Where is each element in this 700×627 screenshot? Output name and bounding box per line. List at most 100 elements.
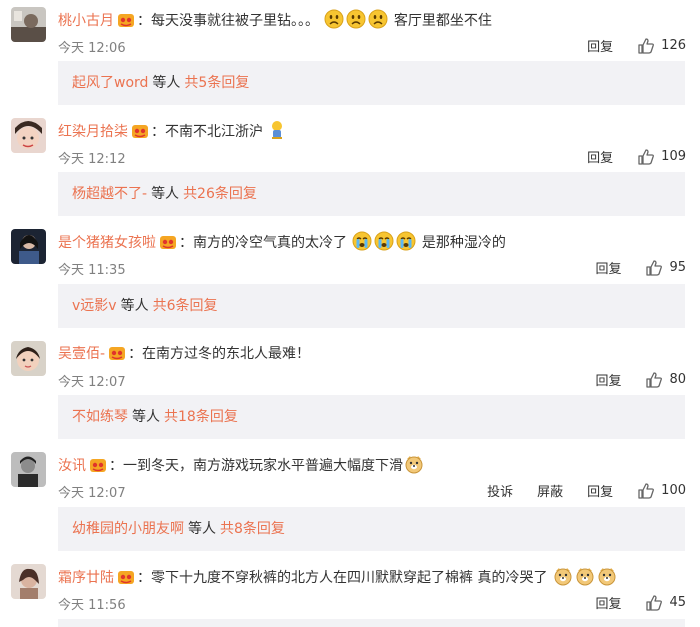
like-count: 126 (661, 38, 686, 53)
avatar[interactable] (11, 7, 46, 42)
doge-emoji-icon (575, 566, 595, 593)
reply-thread-user[interactable]: 杨超越不了- (72, 186, 147, 202)
thumbs-up-icon (638, 482, 655, 499)
reply-thread[interactable]: 起风了word 等人 共5条回复 (58, 61, 685, 105)
crying-emoji-icon (396, 231, 416, 258)
avatar[interactable] (11, 452, 46, 487)
comment-line: 吴壹佰- ：在南方过冬的东北人最难！ (58, 343, 310, 368)
reply-thread-count[interactable]: 共18条回复 (164, 409, 238, 425)
reply-button[interactable]: 回复 (595, 258, 621, 277)
comment-time: 今天 12:12 (58, 152, 126, 167)
reply-thread[interactable]: 幼稚园的小朋友啊 等人 共8条回复 (58, 507, 685, 551)
comment-time: 今天 11:35 (58, 263, 126, 278)
comment-username[interactable]: 吴壹佰- (58, 346, 105, 362)
comment-time: 今天 12:06 (58, 41, 126, 56)
avatar[interactable] (11, 341, 46, 376)
crying-emoji-icon (352, 231, 372, 258)
comment-username[interactable]: 红染月拾柒 (58, 124, 128, 140)
like-button[interactable]: 100 (637, 482, 686, 500)
comment-line: 汝讯 ：一到冬天，南方游戏玩家水平普遍大幅度下滑 (58, 454, 425, 481)
figure-emoji-icon (269, 120, 285, 147)
report-button[interactable]: 投诉 (487, 481, 513, 500)
like-button[interactable]: 95 (645, 259, 686, 277)
like-button[interactable]: 45 (645, 594, 686, 612)
like-count: 80 (669, 372, 686, 387)
frown-emoji-icon (324, 9, 344, 36)
frown-emoji-icon (346, 9, 366, 36)
reply-thread-middle: 等人 (188, 521, 216, 537)
vip-badge-icon (108, 345, 126, 368)
comment-line: 霜序廿陆 ：零下十九度不穿秋裤的北方人在四川默默穿起了棉裤 真的冷哭了 (58, 566, 618, 593)
doge-emoji-icon (553, 566, 573, 593)
like-count: 109 (661, 149, 686, 164)
reply-thread-middle: 等人 (152, 75, 181, 91)
reply-button[interactable]: 回复 (595, 370, 621, 389)
like-button[interactable]: 109 (637, 148, 686, 166)
thumbs-up-icon (638, 37, 655, 54)
reply-button[interactable]: 回复 (587, 36, 613, 55)
comment-text-after: 客厅里都坐不住 (393, 13, 492, 29)
comment-text: ：不南不北江浙沪 (151, 124, 263, 140)
comment-actions: 回复 126 (587, 36, 686, 55)
vip-badge-icon (159, 234, 177, 257)
reply-thread-partial (58, 619, 685, 627)
comment-actions: 回复 95 (595, 258, 686, 277)
reply-button[interactable]: 回复 (595, 593, 621, 612)
avatar[interactable] (11, 564, 46, 599)
comment-actions: 回复 45 (595, 593, 686, 612)
reply-thread-user[interactable]: v远影v (72, 298, 117, 314)
frown-emoji-icon (368, 9, 388, 36)
comment-line: 桃小古月 ：每天没事就往被子里钻。。。 客厅里都坐不住 (58, 9, 492, 36)
emoji-group (347, 231, 422, 251)
like-button[interactable]: 80 (645, 371, 686, 389)
vip-badge-icon (131, 123, 149, 146)
thumbs-up-icon (646, 594, 663, 611)
reply-thread-count[interactable]: 共5条回复 (184, 75, 249, 91)
reply-thread-middle: 等人 (120, 298, 149, 314)
reply-thread[interactable]: 杨超越不了- 等人 共26条回复 (58, 172, 685, 216)
comment-actions: 回复 80 (595, 370, 686, 389)
avatar[interactable] (11, 229, 46, 264)
emoji-group (319, 9, 394, 29)
thumbs-up-icon (646, 371, 663, 388)
reply-thread-user[interactable]: 幼稚园的小朋友啊 (72, 521, 184, 537)
reply-thread-user[interactable]: 不如练琴 (72, 409, 128, 425)
like-count: 100 (661, 483, 686, 498)
reply-thread-count[interactable]: 共8条回复 (220, 521, 285, 537)
reply-thread[interactable]: v远影v 等人 共6条回复 (58, 284, 685, 328)
vip-badge-icon (89, 457, 107, 480)
comment-text: ：每天没事就往被子里钻。。。 (137, 13, 319, 29)
emoji-group (547, 568, 617, 586)
comment-text-after: 是那种湿冷的 (421, 235, 506, 251)
like-count: 95 (669, 260, 686, 275)
vip-badge-icon (117, 569, 135, 592)
reply-thread-middle: 等人 (151, 186, 180, 202)
comment-username[interactable]: 汝讯 (58, 458, 86, 474)
thumbs-up-icon (646, 259, 663, 276)
avatar[interactable] (11, 118, 46, 153)
thumbs-up-icon (638, 148, 655, 165)
reply-thread-middle: 等人 (132, 409, 160, 425)
reply-thread[interactable]: 不如练琴 等人 共18条回复 (58, 395, 685, 439)
comment-text: ：在南方过冬的东北人最难！ (128, 346, 311, 362)
comment-time: 今天 12:07 (58, 486, 126, 501)
block-button[interactable]: 屏蔽 (537, 481, 563, 500)
doge-emoji-icon (404, 454, 424, 481)
comment-text: ：一到冬天，南方游戏玩家水平普遍大幅度下滑 (109, 458, 403, 474)
reply-thread-user[interactable]: 起风了word (72, 75, 148, 91)
comment-username[interactable]: 桃小古月 (58, 13, 114, 29)
comment-username[interactable]: 霜序廿陆 (58, 570, 114, 586)
comment-username[interactable]: 是个猪猪女孩啦 (58, 235, 156, 251)
reply-thread-count[interactable]: 共26条回复 (183, 186, 257, 202)
like-count: 45 (669, 595, 686, 610)
reply-button[interactable]: 回复 (587, 147, 613, 166)
reply-button[interactable]: 回复 (587, 481, 613, 500)
like-button[interactable]: 126 (637, 37, 686, 55)
comment-text: ：南方的冷空气真的太冷了 (179, 235, 347, 251)
vip-badge-icon (117, 12, 135, 35)
comment-line: 红染月拾柒 ：不南不北江浙沪 (58, 120, 286, 147)
reply-thread-count[interactable]: 共6条回复 (153, 298, 218, 314)
comment-line: 是个猪猪女孩啦 ：南方的冷空气真的太冷了 是那种湿冷的 (58, 231, 506, 258)
comment-actions: 投诉 屏蔽 回复 100 (487, 481, 686, 500)
comment-time: 今天 12:07 (58, 375, 126, 390)
